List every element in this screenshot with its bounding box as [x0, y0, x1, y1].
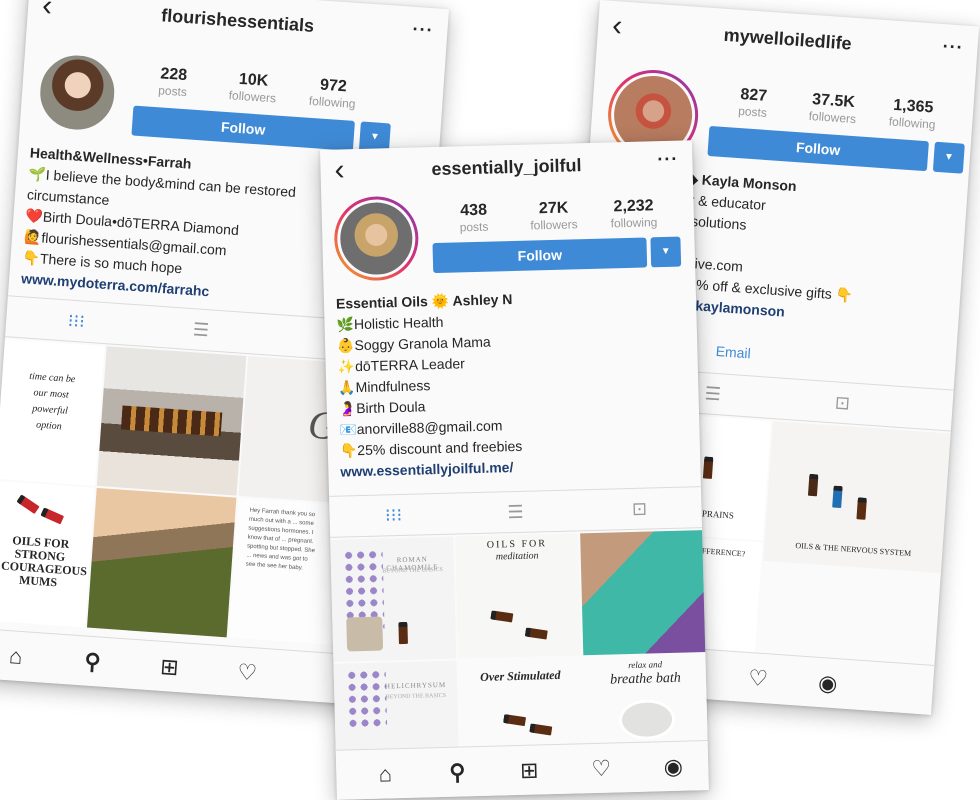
follow-button[interactable]: Follow — [432, 237, 648, 274]
stat-following[interactable]: 1,365 following — [872, 95, 954, 133]
oil-bottle — [807, 473, 819, 497]
stat-followers[interactable]: 27K followers — [513, 199, 594, 233]
oil-bottle — [490, 610, 514, 623]
suggestions-dropdown-button[interactable]: ▼ — [650, 236, 682, 268]
post-caption: time can be our most powerful option — [28, 370, 76, 433]
oil-bottle — [502, 714, 527, 727]
tagged-photos-icon[interactable]: ⊡ — [619, 498, 660, 520]
more-options-icon[interactable]: ··· — [942, 36, 964, 58]
home-icon[interactable]: ⌂ — [370, 761, 401, 788]
stat-posts[interactable]: 438 posts — [433, 201, 514, 235]
follow-button[interactable]: Follow — [707, 125, 929, 172]
bottom-nav: ⌂ ⚲ ⊞ ♡ ◉ — [335, 740, 709, 800]
profile-username: mywelloiledlife — [723, 24, 853, 54]
post-over-stimulated[interactable]: Over Stimulated — [458, 657, 584, 751]
post-subtitle: meditation — [495, 550, 539, 563]
email-button[interactable]: Email — [715, 343, 751, 361]
post-subtitle: BEYOND THE BASICS — [382, 566, 443, 575]
profile-avatar[interactable] — [31, 47, 123, 139]
more-options-icon[interactable]: ··· — [412, 19, 434, 41]
post-breathe-bath[interactable]: relax and breathe bath — [583, 654, 709, 748]
grid-view-icon[interactable]: ⁝⁝⁝ — [56, 310, 97, 334]
grid-view-icon[interactable]: ⁝⁝⁝ — [373, 505, 414, 527]
profile-username: flourishessentials — [160, 5, 315, 36]
oil-bottle — [524, 627, 548, 640]
post-caption: OILS & THE NERVOUS SYSTEM — [795, 540, 912, 559]
stat-followers[interactable]: 10K followers — [212, 69, 294, 107]
list-view-icon[interactable]: ☰ — [495, 501, 536, 523]
activity-heart-icon[interactable]: ♡ — [231, 659, 263, 687]
profile-avatar[interactable] — [333, 195, 420, 282]
stat-posts[interactable]: 228 posts — [132, 63, 214, 101]
post-helichrysum[interactable]: HELICHRYSUM BEYOND THE BASICS — [333, 660, 459, 754]
post-title: relax and — [627, 659, 663, 671]
post-oils-mums[interactable]: OILS FOR STRONG COURAGEOUS MUMS — [0, 480, 95, 628]
post-child-photo[interactable] — [580, 530, 707, 656]
list-view-icon[interactable]: ☰ — [180, 318, 221, 342]
post-caption: Hey Farrah thank you so much out with a … — [245, 507, 316, 572]
post-subtitle: BEYOND THE BASICS — [385, 692, 447, 701]
oil-bottle — [856, 497, 867, 520]
stat-followers[interactable]: 37.5K followers — [792, 90, 874, 128]
post-roman-chamomile[interactable]: ROMAN CHAMOMILE BEYOND THE BASICS — [330, 536, 457, 662]
bio-link[interactable]: www.essentiallyjoilful.me/ — [340, 457, 523, 483]
profile-avatar-icon[interactable]: ◉ — [658, 754, 689, 781]
stat-following[interactable]: 2,232 following — [593, 197, 674, 231]
search-icon[interactable]: ⚲ — [442, 759, 473, 786]
stat-following[interactable]: 972 following — [292, 75, 374, 113]
profile-username: essentially_joilful — [431, 155, 582, 180]
home-icon[interactable]: ⌂ — [0, 643, 32, 671]
chevron-down-icon: ▼ — [369, 131, 381, 143]
add-post-icon[interactable]: ⊞ — [514, 757, 545, 784]
stat-posts[interactable]: 827 posts — [712, 84, 794, 122]
post-quote[interactable]: time can be our most powerful option — [0, 339, 105, 486]
post-title: HELICHRYSUM — [384, 680, 447, 691]
post-oils-for-meditation[interactable]: OILS FOR meditation — [455, 533, 582, 659]
post-subtitle: breathe bath — [609, 670, 681, 688]
activity-heart-icon[interactable]: ♡ — [742, 665, 774, 693]
post-title: Over Stimulated — [479, 667, 561, 684]
add-post-icon[interactable]: ⊞ — [154, 653, 186, 681]
profile-bio: Health&Wellness•Farrah 🌱I believe the bo… — [20, 142, 298, 307]
posts-grid: ROMAN CHAMOMILE BEYOND THE BASICS OILS F… — [330, 530, 709, 754]
chevron-down-icon: ▼ — [660, 245, 671, 258]
oil-bottle — [398, 621, 408, 645]
oil-bottle — [16, 494, 40, 515]
activity-heart-icon[interactable]: ♡ — [586, 755, 617, 782]
post-kit[interactable]: OILS & THE NERVOUS SYSTEM — [763, 421, 951, 574]
post-mountain[interactable] — [86, 487, 237, 638]
profile-tabs: ⁝⁝⁝ ☰ ⊡ — [329, 486, 703, 538]
post-caption: OILS FOR STRONG COURAGEOUS MUMS — [0, 533, 88, 590]
oil-bottle — [40, 507, 65, 525]
chevron-down-icon: ▼ — [943, 151, 955, 164]
oil-bottle — [529, 723, 553, 736]
profile-bio: Essential Oils 🌞 Ashley N 🌿Holistic Heal… — [336, 289, 523, 483]
oil-bottle — [832, 485, 843, 509]
profile-screenshot-essentially-joilful: ‹ essentially_joilful ··· 438 posts 27K fo… — [320, 140, 709, 800]
post-oils-shelf[interactable] — [96, 346, 247, 496]
suggestions-dropdown-button[interactable]: ▼ — [932, 141, 965, 174]
more-options-icon[interactable]: ··· — [657, 149, 679, 171]
search-icon[interactable]: ⚲ — [77, 648, 109, 676]
profile-header: ‹ essentially_joilful ··· — [320, 140, 693, 190]
follow-button[interactable]: Follow — [131, 105, 355, 151]
tagged-photos-icon[interactable]: ⊡ — [822, 392, 863, 416]
profile-avatar-icon[interactable]: ◉ — [812, 670, 844, 698]
oil-bottle — [702, 456, 714, 479]
